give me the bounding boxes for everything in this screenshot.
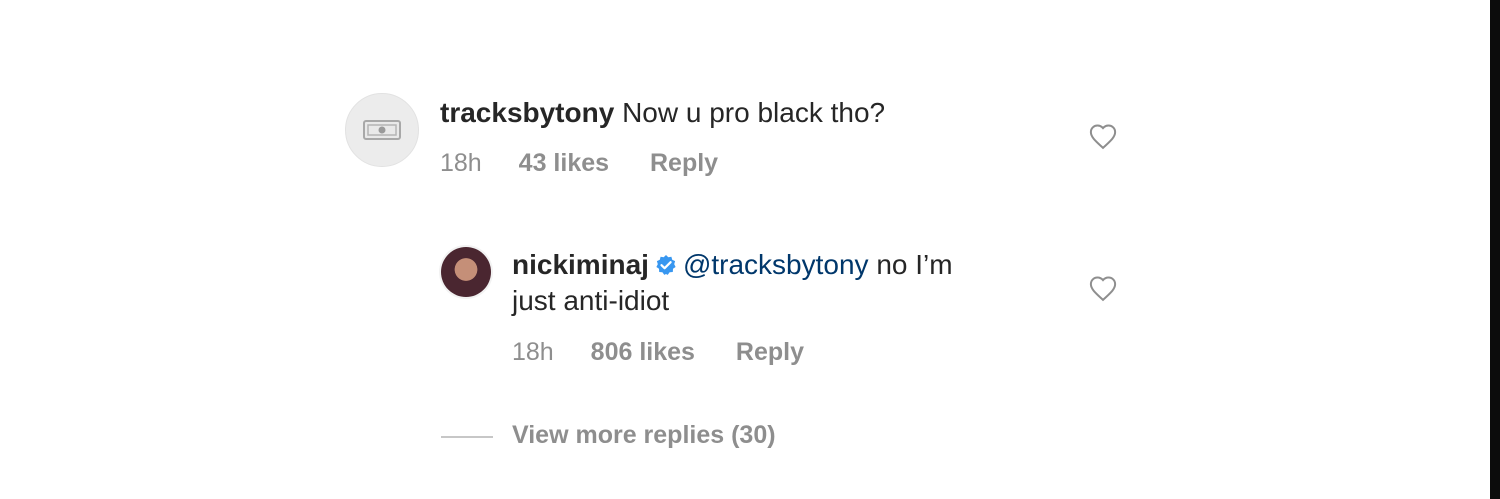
comment-time: 18h (440, 149, 482, 177)
nickiminaj-avatar[interactable] (441, 247, 491, 297)
reply-time: 18h (512, 338, 554, 366)
reply-mention-link[interactable]: @tracksbytony (683, 249, 869, 280)
view-more-divider (441, 436, 493, 438)
reply-text-line-1: nickiminaj @tracksbytony no I’m (512, 248, 953, 284)
tracksbytony-avatar[interactable] (345, 93, 419, 167)
view-more-replies-button[interactable]: View more replies (30) (512, 419, 776, 451)
reply-text-line-2: just anti-idiot (512, 284, 669, 318)
reply-text-part-2: just anti-idiot (512, 285, 670, 316)
reply-meta: 18h 806 likes Reply (512, 337, 804, 367)
comments-panel: tracksbytony Now u pro black tho? 18h 43… (0, 0, 1500, 499)
reply-username[interactable]: nickiminaj (512, 249, 649, 280)
window-edge (1490, 0, 1500, 499)
reply-text-part-1: no I’m (876, 249, 953, 280)
comment-reply-button[interactable]: Reply (650, 149, 718, 177)
comment-text-line: tracksbytony Now u pro black tho? (440, 96, 885, 130)
reply-reply-button[interactable]: Reply (736, 338, 804, 366)
verified-badge-icon (655, 250, 677, 284)
comment-likes[interactable]: 43 likes (519, 149, 609, 177)
heart-icon[interactable] (1088, 274, 1118, 302)
comment-username[interactable]: tracksbytony (440, 97, 614, 128)
comment-text: Now u pro black tho? (622, 97, 886, 128)
comment-meta: 18h 43 likes Reply (440, 148, 718, 178)
reply-likes[interactable]: 806 likes (591, 338, 695, 366)
heart-icon[interactable] (1088, 122, 1118, 150)
dollar-bill-icon (363, 120, 401, 140)
